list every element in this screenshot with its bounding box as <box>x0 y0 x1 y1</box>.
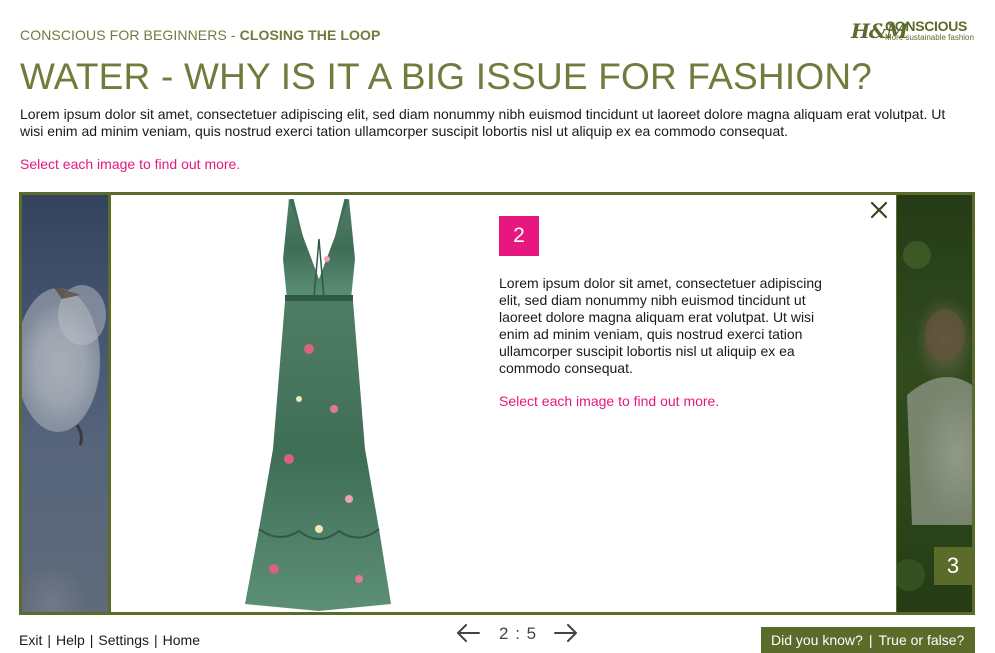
active-slide-panel: 2 Lorem ipsum dolor sit amet, consectetu… <box>109 195 898 612</box>
footer-navigation: Exit | Help | Settings | Home <box>19 632 200 648</box>
help-link[interactable]: Help <box>56 632 85 648</box>
settings-link[interactable]: Settings <box>98 632 149 648</box>
cotton-image-slide-1[interactable] <box>22 195 108 612</box>
close-icon[interactable] <box>868 199 890 221</box>
quiz-bar: Did you know? | True or false? <box>761 627 975 653</box>
previous-arrow-icon[interactable] <box>455 622 481 644</box>
divider: | <box>868 632 873 648</box>
slide-number-badge: 2 <box>499 216 539 256</box>
current-page: 2 <box>499 624 510 643</box>
next-arrow-icon[interactable] <box>553 622 579 644</box>
home-link[interactable]: Home <box>163 632 200 648</box>
logo-tagline: More sustainable fashion <box>885 33 974 42</box>
total-pages: 5 <box>526 624 538 643</box>
breadcrumb: CONSCIOUS FOR BEGINNERS - CLOSING THE LO… <box>20 27 380 43</box>
slide-hint: Select each image to find out more. <box>499 393 720 409</box>
page-navigation: 2 : 5 <box>455 620 580 648</box>
intro-text: Lorem ipsum dolor sit amet, consectetuer… <box>20 106 946 139</box>
logo-brand: CONSCIOUS <box>885 18 968 34</box>
divider: | <box>89 632 94 648</box>
slide-number-badge-3[interactable]: 3 <box>934 547 972 585</box>
instruction-hint: Select each image to find out more. <box>20 156 241 172</box>
divider: | <box>154 632 158 648</box>
page-counter: 2 : 5 <box>499 624 537 644</box>
cotton-farmer-image-slide-3[interactable]: 3 <box>893 195 972 612</box>
breadcrumb-course: CONSCIOUS FOR BEGINNERS <box>20 27 227 43</box>
hm-conscious-logo: H&M CONSCIOUS More sustainable fashion <box>851 17 975 43</box>
inactive-slide-overlay <box>22 195 108 612</box>
page-title: WATER - WHY IS IT A BIG ISSUE FOR FASHIO… <box>20 56 873 97</box>
true-or-false-button[interactable]: True or false? <box>878 632 964 648</box>
image-carousel: 2 Lorem ipsum dolor sit amet, consectetu… <box>19 192 975 615</box>
breadcrumb-module: CLOSING THE LOOP <box>239 27 381 43</box>
divider: | <box>47 632 51 648</box>
exit-link[interactable]: Exit <box>19 632 42 648</box>
slide-description: Lorem ipsum dolor sit amet, consectetuer… <box>499 275 822 376</box>
page-separator: : <box>515 624 521 643</box>
did-you-know-button[interactable]: Did you know? <box>771 632 863 648</box>
floral-maxi-dress-image <box>245 199 391 611</box>
breadcrumb-separator: - <box>226 27 240 43</box>
